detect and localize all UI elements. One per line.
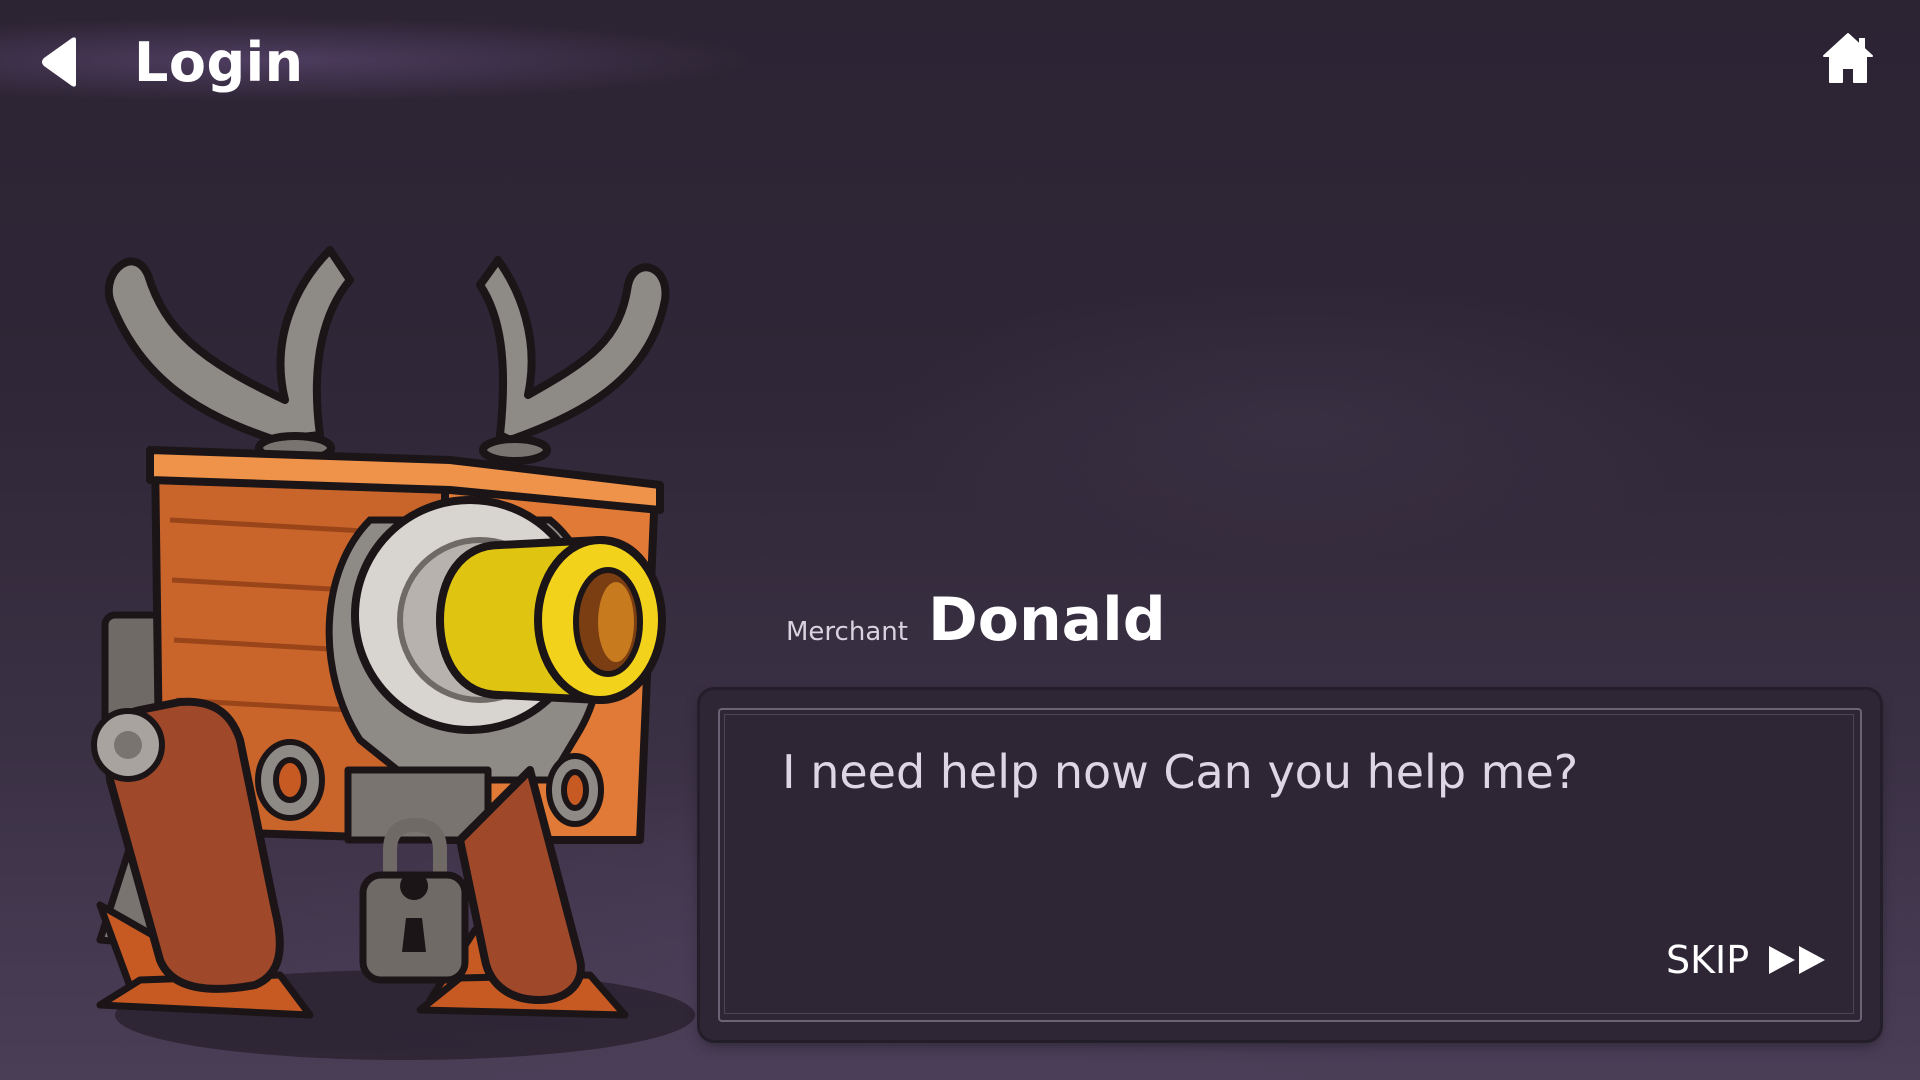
speaker-label: Merchant Donald: [786, 585, 1166, 655]
home-icon: [1823, 33, 1873, 83]
dialog-box[interactable]: I need help now Can you help me? SKIP: [700, 690, 1880, 1040]
merchant-character-portrait: [80, 240, 730, 1080]
back-arrow-icon: [42, 37, 76, 87]
speaker-role: Merchant: [786, 617, 908, 647]
back-button[interactable]: [38, 36, 84, 88]
skip-button[interactable]: SKIP: [1666, 932, 1829, 988]
fast-forward-icon: [1769, 946, 1826, 974]
speaker-name: Donald: [927, 585, 1166, 655]
dialog-text: I need help now Can you help me?: [782, 745, 1579, 799]
home-button[interactable]: [1820, 30, 1876, 86]
skip-label: SKIP: [1666, 938, 1750, 982]
page-title: Login: [134, 31, 304, 94]
top-bar: Login: [0, 0, 1920, 130]
robot-deer-illustration: [91, 246, 695, 1060]
game-screen: Login Merchant Donald I need help now Ca…: [0, 0, 1920, 1080]
